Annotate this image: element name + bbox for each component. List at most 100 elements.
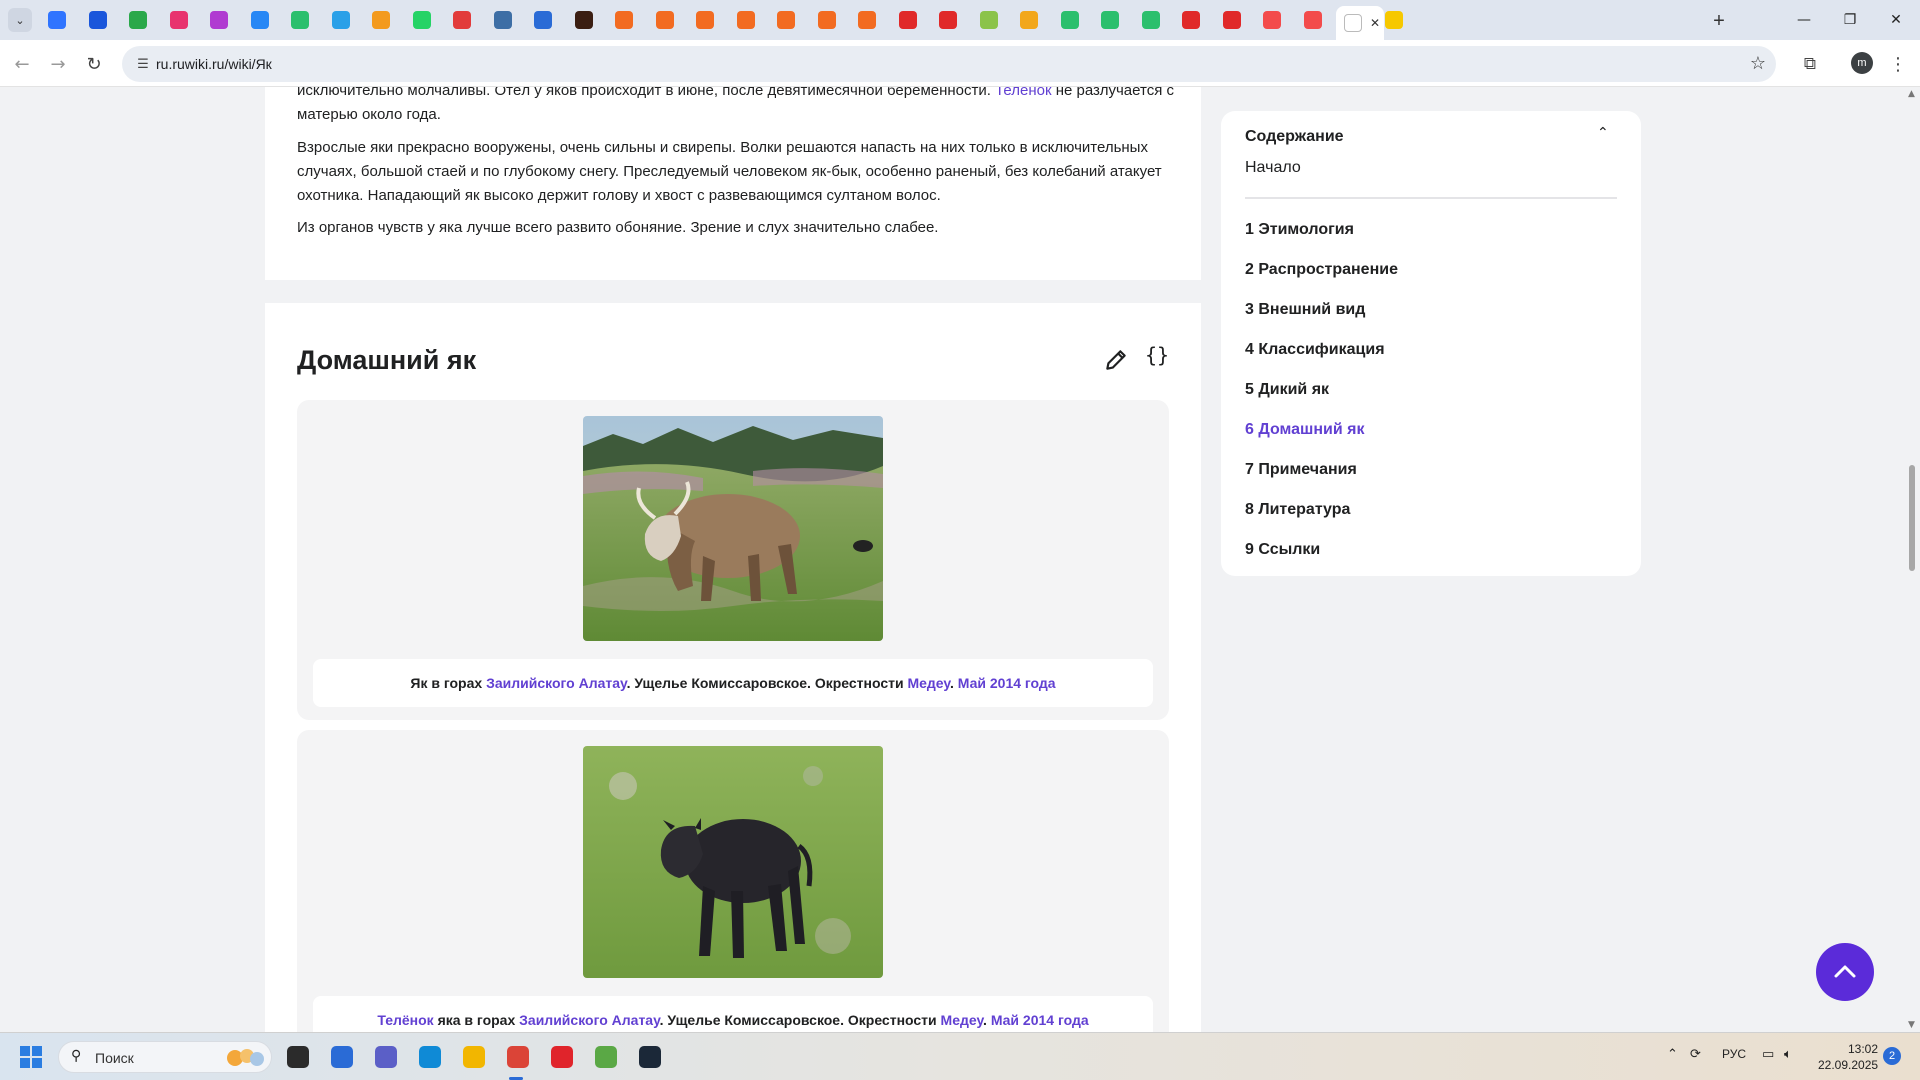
red-play-icon — [939, 11, 957, 29]
search-placeholder: Поиск — [95, 1050, 134, 1066]
windows-start-icon[interactable] — [20, 1046, 42, 1068]
widgets-icon-glyph — [331, 1046, 353, 1068]
toc-item[interactable]: 1 Этимология — [1245, 221, 1354, 239]
caption-text: . — [983, 1012, 991, 1028]
file-explorer-icon[interactable] — [458, 1041, 490, 1073]
table-of-contents: Содержание ⌃ Начало 1 Этимология 2 Распро… — [1221, 111, 1641, 576]
link-zailiysky-alatau[interactable]: Заилийского Алатау — [519, 1012, 660, 1028]
teams-icon[interactable] — [370, 1041, 402, 1073]
link-telenok[interactable]: Телёнок — [995, 87, 1051, 99]
widgets-icon[interactable] — [326, 1041, 358, 1073]
new-tab-button[interactable]: + — [1706, 8, 1732, 34]
notification-badge[interactable]: 2 — [1883, 1047, 1901, 1065]
caption-text: . Ущелье Комиссаровское. Окрестности — [626, 675, 908, 691]
site-info-icon[interactable]: ☰ — [134, 55, 152, 73]
tab-search-chevron-icon[interactable]: ⌄ — [8, 8, 32, 32]
yandex-y-icon — [1263, 11, 1281, 29]
link-medeu[interactable]: Медеу — [907, 675, 950, 691]
toc-item[interactable]: 3 Внешний вид — [1245, 301, 1365, 319]
orange-icon — [818, 11, 836, 29]
dots-icon — [1142, 11, 1160, 29]
dots-icon — [1101, 11, 1119, 29]
link-may-2014[interactable]: Май 2014 года — [991, 1012, 1089, 1028]
page-viewport: исключительно молчаливы. Отёл у яков про… — [0, 87, 1920, 1032]
restore-icon[interactable]: ❐ — [1836, 8, 1864, 32]
minimize-icon[interactable]: — — [1790, 8, 1818, 32]
opera-icon[interactable] — [546, 1041, 578, 1073]
profile-avatar[interactable]: m — [1851, 52, 1873, 74]
show-hidden-icons-chevron-icon[interactable]: ⌃ — [1667, 1047, 1678, 1062]
caption-text: . Ущелье Комиссаровское. Окрестности — [659, 1012, 941, 1028]
ruwiki-icon — [1344, 14, 1362, 32]
volume-icon[interactable]: 🔈︎ — [1784, 1047, 1792, 1062]
yandex-icon — [48, 11, 66, 29]
back-button[interactable]: ← — [8, 50, 36, 78]
windows-taskbar: ⚲ Поиск ⌃ ⟳ РУС ▭ 🔈︎ 13:02 22.09.2025 2 — [0, 1032, 1920, 1080]
yandex-y-icon — [1304, 11, 1322, 29]
bookmark-star-icon[interactable]: ☆ — [1750, 53, 1766, 74]
red-play-icon — [1182, 11, 1200, 29]
scroll-up-arrow-icon[interactable]: ▲ — [1908, 89, 1915, 99]
toc-item[interactable]: 7 Примечания — [1245, 461, 1357, 479]
close-window-icon[interactable]: ✕ — [1882, 8, 1910, 32]
scroll-thumb[interactable] — [1909, 465, 1915, 571]
link-medeu[interactable]: Медеу — [941, 1012, 984, 1028]
steam-icon[interactable] — [634, 1041, 666, 1073]
figure-caption: Як в горах Заилийского Алатау. Ущелье Ко… — [313, 659, 1153, 707]
pinwheel-icon — [129, 11, 147, 29]
orange-icon — [737, 11, 755, 29]
chevron-up-icon[interactable]: ⌃ — [1597, 125, 1609, 141]
yak-calf-photo[interactable] — [583, 746, 883, 978]
mascot-icon — [494, 11, 512, 29]
taskbar-search-box[interactable]: ⚲ Поиск — [58, 1041, 272, 1073]
dots-icon — [1061, 11, 1079, 29]
toc-item[interactable]: 5 Дикий як — [1245, 381, 1329, 399]
toc-item-start[interactable]: Начало — [1245, 159, 1301, 177]
browser-menu-icon[interactable]: ⋮ — [1888, 51, 1908, 77]
toc-divider — [1245, 197, 1617, 199]
extensions-icon[interactable]: ⧉ — [1797, 51, 1823, 77]
forward-button[interactable]: → — [44, 50, 72, 78]
browser-tab[interactable] — [1377, 6, 1425, 34]
network-icon[interactable]: ▭ — [1762, 1047, 1774, 1062]
utorrent-icon[interactable] — [590, 1041, 622, 1073]
toc-item[interactable]: 8 Литература — [1245, 501, 1350, 519]
search-icon: ⚲ — [71, 1048, 82, 1064]
language-indicator[interactable]: РУС — [1722, 1047, 1746, 1061]
messenger-icon — [170, 11, 188, 29]
toc-item[interactable]: 2 Распространение — [1245, 261, 1398, 279]
section-title: Домашний як — [297, 345, 477, 375]
figure-caption: Телёнок яка в горах Заилийского Алатау. … — [313, 996, 1153, 1032]
url-text[interactable]: ru.ruwiki.ru/wiki/Як — [156, 56, 272, 72]
link-may-2014[interactable]: Май 2014 года — [958, 675, 1056, 691]
article-paragraph: Взрослые яки прекрасно вооружены, очень … — [297, 139, 1162, 204]
clock-time: 13:02 — [1847, 1042, 1878, 1056]
scroll-down-arrow-icon[interactable]: ▼ — [1908, 1020, 1915, 1030]
code-braces-icon[interactable]: {} — [1145, 343, 1169, 367]
address-bar[interactable]: ☰ ru.ruwiki.ru/wiki/Як ☆ — [122, 46, 1776, 82]
caption-text: . — [949, 675, 958, 691]
toc-item[interactable]: 6 Домашний як — [1245, 421, 1364, 439]
chrome-icon[interactable] — [502, 1041, 534, 1073]
mail-icon — [1020, 11, 1038, 29]
taskbar-clock[interactable]: 13:02 22.09.2025 — [1818, 1041, 1878, 1073]
yak-photo[interactable] — [583, 416, 883, 641]
orange-icon — [656, 11, 674, 29]
scroll-to-top-button[interactable] — [1816, 943, 1874, 1001]
clock-date: 22.09.2025 — [1818, 1058, 1879, 1072]
edge-icon[interactable] — [414, 1041, 446, 1073]
caption-text: яка в горах — [433, 1012, 520, 1028]
tab-strip: ⌄ ✕ + — ❐ ✕ — [0, 0, 1920, 40]
toc-item[interactable]: 4 Классификация — [1245, 341, 1385, 359]
reload-button[interactable]: ↻ — [80, 50, 108, 78]
page-scrollbar[interactable]: ▲ ▼ — [1904, 87, 1920, 1032]
toc-item[interactable]: 9 Ссылки — [1245, 541, 1320, 559]
app-icon[interactable] — [282, 1041, 314, 1073]
link-zailiysky-alatau[interactable]: Заилийского Алатау — [486, 675, 627, 691]
sync-icon[interactable]: ⟳ — [1690, 1047, 1701, 1062]
telegram-icon — [332, 11, 350, 29]
article-paragraph: исключительно молчаливы. Отёл у яков про… — [297, 87, 1177, 127]
link-telenok[interactable]: Телёнок — [377, 1012, 433, 1028]
vk-icon — [251, 11, 269, 29]
edit-pencil-icon[interactable] — [1103, 347, 1129, 373]
